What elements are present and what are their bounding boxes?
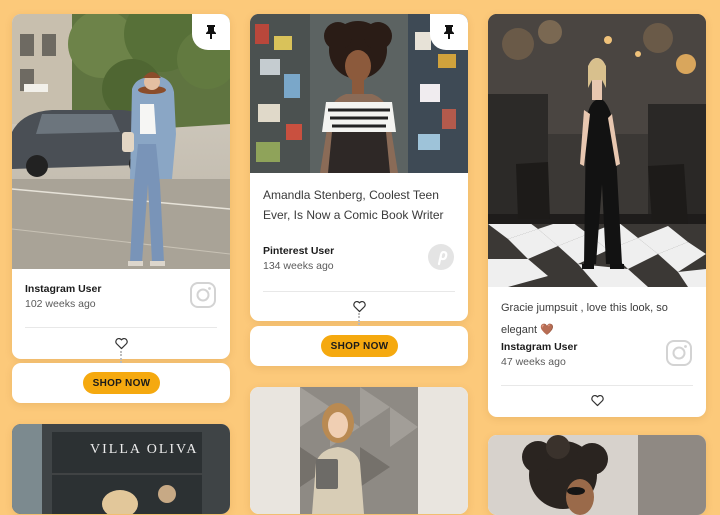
post-photo[interactable] — [488, 435, 706, 515]
divider — [263, 291, 455, 292]
post-photo[interactable] — [488, 14, 706, 287]
instagram-icon[interactable] — [665, 339, 693, 367]
pin-icon — [430, 14, 468, 50]
shop-card: SHOP NOW — [12, 363, 230, 403]
heart-icon[interactable] — [115, 337, 128, 350]
post-photo[interactable]: VILLA OLIVA — [12, 424, 230, 514]
post-photo[interactable] — [12, 14, 230, 269]
post-card[interactable]: VILLA OLIVA — [12, 424, 230, 514]
storefront-sign: VILLA OLIVA — [90, 442, 199, 457]
shop-now-button[interactable]: SHOP NOW — [321, 335, 398, 357]
post-card[interactable]: Amandla Stenberg, Coolest Teen Ever, Is … — [250, 14, 468, 321]
instagram-icon[interactable] — [189, 281, 217, 309]
pin-icon — [192, 14, 230, 50]
shop-now-button[interactable]: SHOP NOW — [83, 372, 160, 394]
post-card[interactable] — [488, 435, 706, 515]
post-photo[interactable] — [250, 14, 468, 173]
shop-card: SHOP NOW — [250, 326, 468, 366]
post-photo[interactable] — [250, 387, 468, 514]
post-content: Gracie jumpsuit , love this look, so ele… — [501, 297, 693, 341]
heart-icon[interactable] — [591, 394, 604, 407]
article-title[interactable]: Amandla Stenberg, Coolest Teen Ever, Is … — [263, 185, 455, 225]
post-card[interactable]: Gracie jumpsuit , love this look, so ele… — [488, 14, 706, 417]
shop-connector — [120, 351, 124, 363]
post-card[interactable] — [250, 387, 468, 514]
shop-connector — [358, 313, 362, 325]
pinterest-icon[interactable] — [427, 243, 455, 271]
divider — [25, 327, 217, 328]
post-caption: Gracie jumpsuit , love this look, so ele… — [501, 302, 668, 336]
post-card[interactable]: Instagram User 102 weeks ago — [12, 14, 230, 359]
post-content: Amandla Stenberg, Coolest Teen Ever, Is … — [263, 185, 455, 225]
heart-icon[interactable] — [353, 300, 366, 313]
divider — [501, 385, 693, 386]
